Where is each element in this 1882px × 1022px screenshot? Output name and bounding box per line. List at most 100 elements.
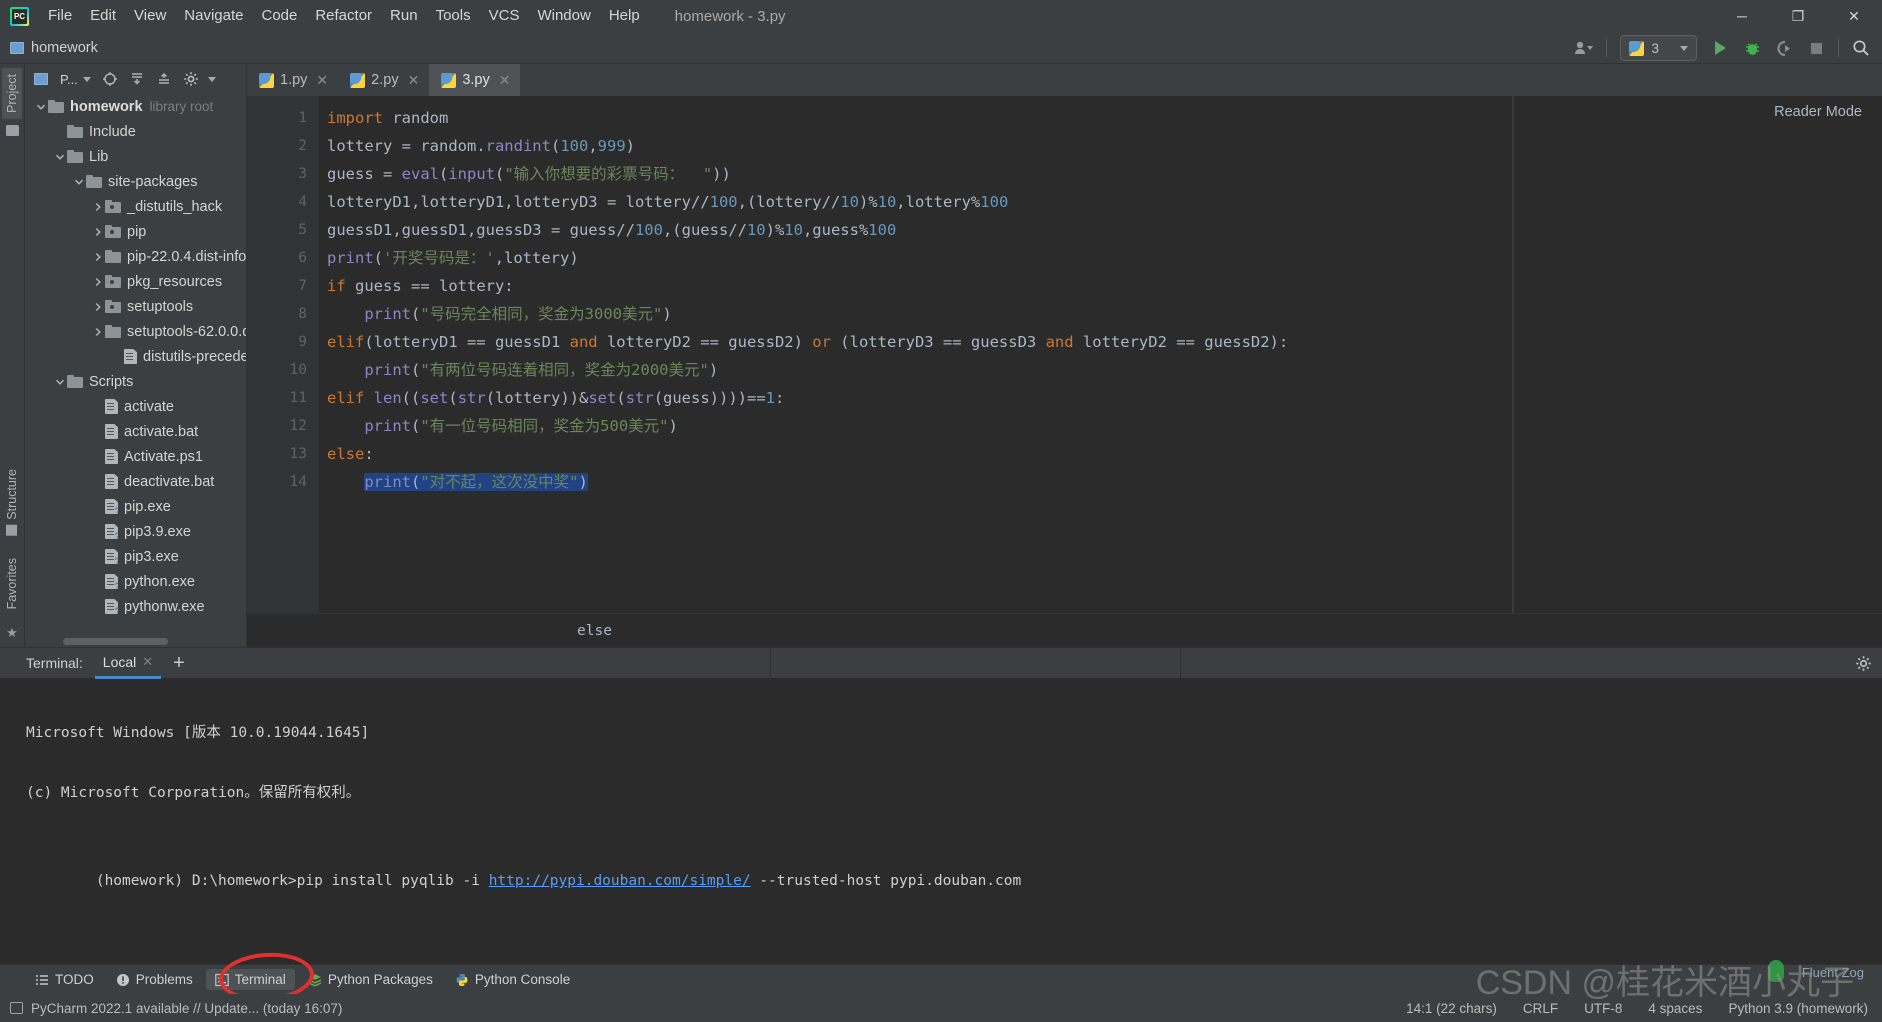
editor-tab-3py[interactable]: 3.py ✕: [429, 64, 521, 96]
sidebar-tab-project[interactable]: Project: [2, 68, 22, 119]
close-icon[interactable]: ✕: [408, 72, 420, 89]
project-tree[interactable]: homework library root Include Lib site-packa…: [25, 94, 246, 647]
menu-help[interactable]: Help: [600, 3, 649, 29]
collapse-all-button[interactable]: [152, 68, 176, 90]
menu-code[interactable]: Code: [252, 3, 306, 29]
code-line[interactable]: guess = eval(input("输入你想要的彩票号码： ")): [319, 160, 1512, 188]
tree-item[interactable]: Activate.ps1: [25, 444, 246, 469]
run-button[interactable]: [1705, 35, 1735, 61]
code-line[interactable]: print("号码完全相同，奖金为3000美元"): [319, 300, 1512, 328]
stop-button[interactable]: [1801, 35, 1831, 61]
code-editor[interactable]: import random lottery = random.randint(10…: [319, 96, 1512, 613]
menu-navigate[interactable]: Navigate: [175, 3, 252, 29]
reader-mode-label[interactable]: Reader Mode: [1774, 104, 1862, 120]
tree-item[interactable]: pip: [25, 219, 246, 244]
tree-item[interactable]: pip3.9.exe: [25, 519, 246, 544]
tree-item[interactable]: activate.bat: [25, 419, 246, 444]
chevron-right-icon[interactable]: [90, 227, 105, 237]
terminal-settings-gear-icon[interactable]: [1855, 655, 1872, 677]
tree-item[interactable]: homework library root: [25, 94, 246, 119]
chevron-down-icon[interactable]: [71, 177, 86, 187]
chevron-right-icon[interactable]: [90, 277, 105, 287]
code-line[interactable]: lotteryD1,lotteryD1,lotteryD3 = lottery/…: [319, 188, 1512, 216]
menu-vcs[interactable]: VCS: [480, 3, 529, 29]
chevron-right-icon[interactable]: [90, 327, 105, 337]
code-line[interactable]: guessD1,guessD1,guessD3 = guess//100,(gu…: [319, 216, 1512, 244]
tree-item[interactable]: pkg_resources: [25, 269, 246, 294]
tree-item[interactable]: Scripts: [25, 369, 246, 394]
editor-tab-2py[interactable]: 2.py ✕: [338, 64, 429, 96]
close-icon[interactable]: ✕: [499, 72, 511, 89]
toolwindow-todo[interactable]: TODO: [26, 969, 103, 990]
search-everywhere-button[interactable]: [1846, 35, 1876, 61]
minimize-button[interactable]: ─: [1714, 0, 1770, 32]
tree-item[interactable]: activate: [25, 394, 246, 419]
tree-item[interactable]: pythonw.exe: [25, 594, 246, 619]
notification-icon[interactable]: [10, 1002, 23, 1014]
code-line[interactable]: elif len((set(str(lottery))&set(str(gues…: [319, 384, 1512, 412]
tree-horizontal-scrollbar[interactable]: [63, 638, 168, 645]
run-coverage-button[interactable]: [1769, 35, 1799, 61]
tree-item[interactable]: setuptools-62.0.0.dist-info: [25, 319, 246, 344]
tree-item[interactable]: setuptools: [25, 294, 246, 319]
chevron-down-icon[interactable]: [33, 102, 48, 112]
editor-tab-1py[interactable]: 1.py ✕: [247, 64, 338, 96]
expand-all-button[interactable]: [125, 68, 149, 90]
code-line[interactable]: elif(lotteryD1 == guessD1 and lotteryD2 …: [319, 328, 1512, 356]
user-account-icon[interactable]: [1569, 35, 1599, 61]
more-options-icon[interactable]: [207, 76, 216, 82]
code-line[interactable]: import random: [319, 104, 1512, 132]
terminal-tab-local[interactable]: Local ✕: [94, 648, 162, 679]
tree-item[interactable]: pip-22.0.4.dist-info: [25, 244, 246, 269]
menu-edit[interactable]: Edit: [81, 3, 125, 29]
close-button[interactable]: ✕: [1826, 0, 1882, 32]
menu-view[interactable]: View: [125, 3, 175, 29]
code-line[interactable]: print('开奖号码是：',lottery): [319, 244, 1512, 272]
tree-item[interactable]: site-packages: [25, 169, 246, 194]
code-line[interactable]: if guess == lottery:: [319, 272, 1512, 300]
chevron-right-icon[interactable]: [90, 302, 105, 312]
tree-item[interactable]: distutils-precedence.pth: [25, 344, 246, 369]
menu-run[interactable]: Run: [381, 3, 427, 29]
new-terminal-button[interactable]: +: [161, 653, 197, 673]
code-line[interactable]: print("有一位号码相同，奖金为500美元"): [319, 412, 1512, 440]
toolwindow-python-packages[interactable]: Python Packages: [299, 969, 442, 990]
locate-file-button[interactable]: [98, 68, 122, 90]
settings-gear-button[interactable]: [179, 68, 203, 90]
sidebar-tab-structure[interactable]: Structure: [2, 463, 22, 542]
caret-position[interactable]: 14:1 (22 chars): [1406, 1001, 1497, 1016]
chevron-down-icon[interactable]: [52, 152, 67, 162]
terminal-url-link[interactable]: http://pypi.douban.com/simple/: [489, 873, 751, 889]
tree-item[interactable]: python.exe: [25, 569, 246, 594]
chevron-right-icon[interactable]: [90, 202, 105, 212]
debug-button[interactable]: [1737, 35, 1767, 61]
tree-item[interactable]: pip.exe: [25, 494, 246, 519]
menu-file[interactable]: File: [39, 3, 81, 29]
code-line[interactable]: lottery = random.randint(100,999): [319, 132, 1512, 160]
breadcrumb[interactable]: homework: [31, 40, 98, 56]
menu-refactor[interactable]: Refactor: [306, 3, 381, 29]
tree-item[interactable]: Include: [25, 119, 246, 144]
close-icon[interactable]: ✕: [316, 72, 328, 89]
maximize-button[interactable]: ❐: [1770, 0, 1826, 32]
tree-item[interactable]: pip3.exe: [25, 544, 246, 569]
code-line[interactable]: print("有两位号码连着相同，奖金为2000美元"): [319, 356, 1512, 384]
project-panel-title[interactable]: P...: [30, 70, 95, 89]
status-message[interactable]: PyCharm 2022.1 available // Update... (t…: [31, 1001, 342, 1016]
sidebar-tab-favorites[interactable]: Favorites: [2, 552, 22, 615]
toolwindow-terminal[interactable]: Terminal: [205, 969, 295, 990]
menu-window[interactable]: Window: [528, 3, 599, 29]
code-line[interactable]: print("对不起，这次没中奖"): [319, 468, 1512, 496]
code-line[interactable]: else:: [319, 440, 1512, 468]
tree-item[interactable]: Lib: [25, 144, 246, 169]
terminal-output[interactable]: Microsoft Windows [版本 10.0.19044.1645] (…: [0, 678, 1882, 964]
menu-tools[interactable]: Tools: [427, 3, 480, 29]
run-configuration-selector[interactable]: 3: [1620, 35, 1697, 61]
indent-setting[interactable]: 4 spaces: [1648, 1001, 1702, 1016]
toolwindow-problems[interactable]: Problems: [107, 969, 202, 990]
line-separator[interactable]: CRLF: [1523, 1001, 1558, 1016]
chevron-right-icon[interactable]: [90, 252, 105, 262]
toolwindow-python-console[interactable]: Python Console: [446, 969, 579, 990]
close-icon[interactable]: ✕: [142, 654, 153, 670]
tree-item[interactable]: _distutils_hack: [25, 194, 246, 219]
